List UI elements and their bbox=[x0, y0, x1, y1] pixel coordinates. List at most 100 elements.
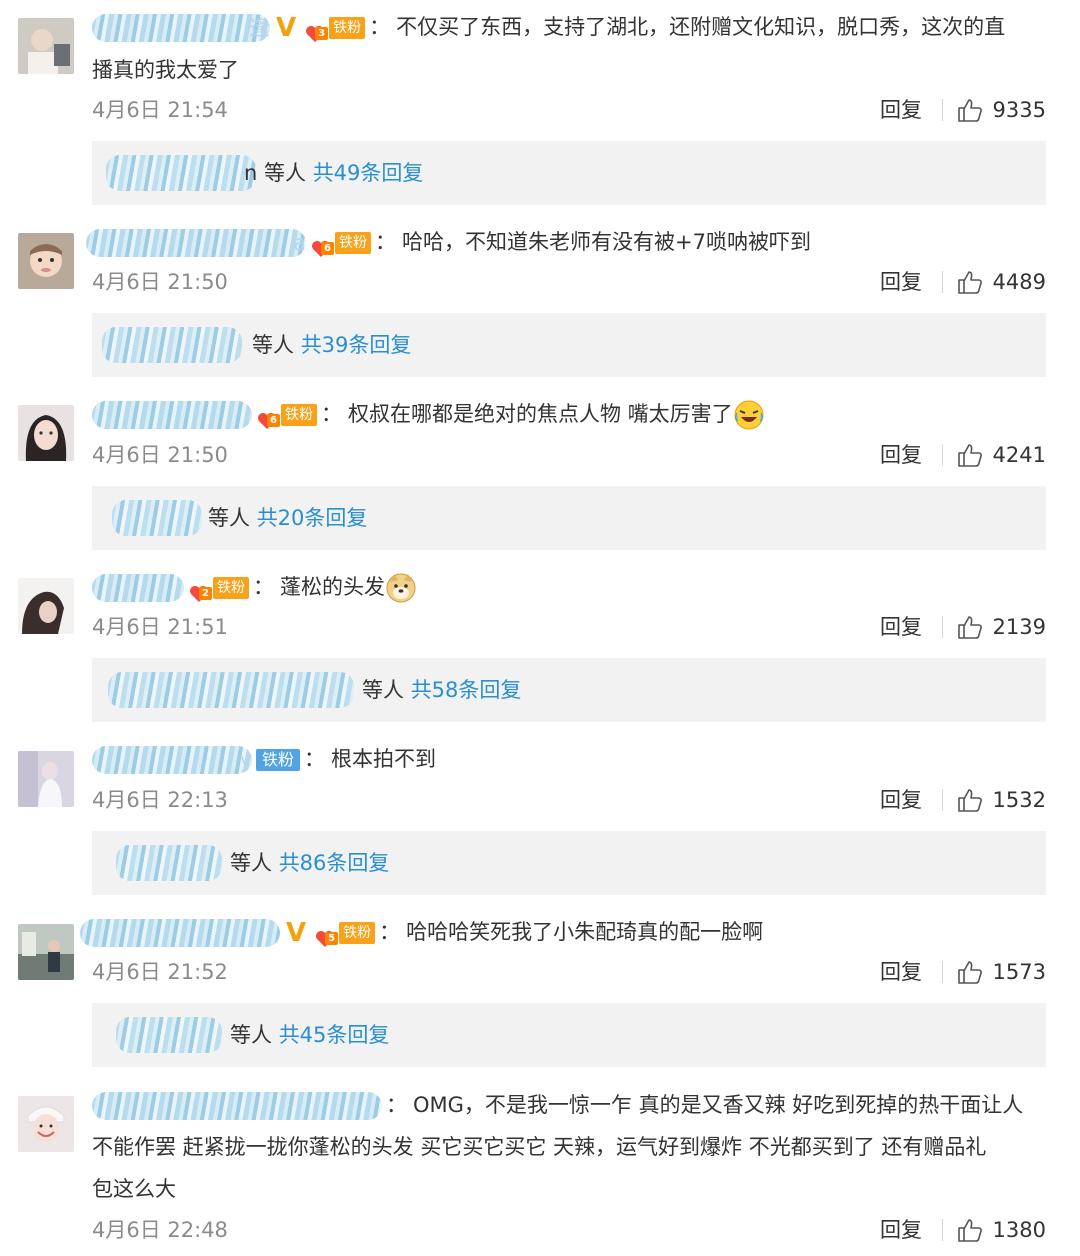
like-button[interactable]: 9335 bbox=[957, 90, 1046, 130]
like-count: 1380 bbox=[992, 1218, 1046, 1242]
replies-preview[interactable]: 等人 共45条回复 bbox=[92, 1003, 1046, 1067]
divider bbox=[942, 616, 943, 638]
username-suffix: y bbox=[239, 748, 252, 772]
comment-meta: 4月6日 21:51 回复 2139 bbox=[92, 607, 1046, 647]
like-count: 1573 bbox=[992, 960, 1046, 984]
replies-summary: 等人 共58条回复 bbox=[362, 658, 521, 722]
replies-total-link[interactable]: 共39条回复 bbox=[301, 333, 412, 357]
username-blurred[interactable] bbox=[92, 1089, 382, 1123]
doge-emoji bbox=[385, 572, 417, 604]
colon: ： bbox=[304, 747, 326, 771]
replies-total-link[interactable]: 共45条回复 bbox=[279, 1023, 390, 1047]
like-button[interactable]: 2139 bbox=[957, 607, 1046, 647]
divider bbox=[942, 789, 943, 811]
fan-badge-label: 铁粉 bbox=[281, 404, 317, 426]
thumbs-up-icon bbox=[957, 789, 982, 812]
like-count: 4489 bbox=[992, 270, 1046, 294]
replies-total-link[interactable]: 共20条回复 bbox=[257, 506, 368, 530]
heart-icon: 6 bbox=[310, 232, 334, 257]
username-suffix: a bbox=[293, 231, 306, 255]
avatar[interactable] bbox=[18, 233, 74, 289]
replies-prefix: 等人 bbox=[252, 333, 294, 357]
divider bbox=[942, 271, 943, 293]
thumbs-up-icon bbox=[957, 961, 982, 984]
comment-meta: 4月6日 22:13 回复 1532 bbox=[92, 780, 1046, 820]
reply-button[interactable]: 回复 bbox=[880, 607, 922, 647]
replies-preview[interactable]: n 等人 共49条回复 bbox=[92, 141, 1046, 205]
replies-preview[interactable]: 等人 共39条回复 bbox=[92, 313, 1046, 377]
like-count: 1532 bbox=[992, 788, 1046, 812]
username-blurred[interactable] bbox=[80, 916, 280, 950]
thumbs-up-icon bbox=[957, 99, 982, 122]
replies-summary: 等人 共39条回复 bbox=[252, 313, 411, 377]
heart-icon: 6 bbox=[256, 404, 280, 429]
avatar[interactable] bbox=[18, 1096, 74, 1152]
replies-preview[interactable]: 等人 共58条回复 bbox=[92, 658, 1046, 722]
like-button[interactable]: 4489 bbox=[957, 262, 1046, 302]
heart-icon: 5 bbox=[314, 922, 339, 947]
reply-users-blurred bbox=[102, 327, 242, 363]
colon: ： bbox=[375, 230, 396, 254]
comment-text: 根本拍不到 bbox=[331, 747, 437, 771]
verified-icon: V bbox=[286, 918, 307, 948]
comment-text: 包这么大 bbox=[92, 1177, 176, 1201]
reply-users-blurred bbox=[106, 155, 256, 191]
fan-medal: 2 铁粉 bbox=[188, 576, 249, 602]
fan-badge-label: 铁粉 bbox=[256, 749, 301, 771]
replies-total-link[interactable]: 共49条回复 bbox=[313, 161, 424, 185]
replies-total-link[interactable]: 共86条回复 bbox=[279, 851, 390, 875]
avatar[interactable] bbox=[18, 18, 74, 74]
username-blurred[interactable]: y bbox=[92, 743, 252, 777]
divider bbox=[942, 961, 943, 983]
fan-medal: 铁粉 bbox=[256, 748, 301, 772]
colon: ： bbox=[321, 402, 342, 426]
divider bbox=[942, 99, 943, 121]
reply-button[interactable]: 回复 bbox=[880, 435, 922, 475]
replies-summary: 等人 共86条回复 bbox=[230, 831, 389, 895]
thumbs-up-icon bbox=[957, 616, 982, 639]
reply-button[interactable]: 回复 bbox=[880, 1210, 922, 1250]
username-blurred[interactable]: a bbox=[86, 226, 306, 260]
username-blurred[interactable] bbox=[92, 571, 184, 605]
colon: ： bbox=[253, 575, 274, 599]
username-suffix: 逢 bbox=[249, 16, 270, 40]
thumbs-up-icon bbox=[957, 271, 982, 294]
timestamp: 4月6日 21:50 bbox=[92, 443, 228, 467]
reply-button[interactable]: 回复 bbox=[880, 952, 922, 992]
avatar[interactable] bbox=[18, 578, 74, 634]
avatar[interactable] bbox=[18, 751, 74, 807]
reply-button[interactable]: 回复 bbox=[880, 90, 922, 130]
comment-body: V 5 铁粉：哈哈哈笑死我了小朱配琦真的配一脸啊 bbox=[80, 911, 1046, 954]
like-count: 4241 bbox=[992, 443, 1046, 467]
username-blurred[interactable] bbox=[92, 398, 252, 432]
comment-text: 权叔在哪都是绝对的焦点人物 嘴太厉害了 bbox=[348, 402, 733, 426]
comment-meta: 4月6日 21:50 回复 4241 bbox=[92, 435, 1046, 475]
comment-meta: 4月6日 22:48 回复 1380 bbox=[92, 1210, 1046, 1250]
timestamp: 4月6日 21:54 bbox=[92, 98, 228, 122]
replies-preview[interactable]: 等人 共86条回复 bbox=[92, 831, 1046, 895]
heart-icon: 3 bbox=[304, 17, 329, 42]
username-blurred[interactable]: 逢 bbox=[92, 11, 270, 45]
avatar[interactable] bbox=[18, 924, 74, 980]
like-button[interactable]: 1380 bbox=[957, 1210, 1046, 1250]
like-button[interactable]: 1573 bbox=[957, 952, 1046, 992]
timestamp: 4月6日 21:51 bbox=[92, 615, 228, 639]
fan-badge-label: 铁粉 bbox=[329, 17, 366, 39]
reply-button[interactable]: 回复 bbox=[880, 780, 922, 820]
like-button[interactable]: 4241 bbox=[957, 435, 1046, 475]
replies-summary: n 等人 共49条回复 bbox=[244, 141, 423, 205]
colon: ： bbox=[379, 920, 401, 944]
reply-button[interactable]: 回复 bbox=[880, 262, 922, 302]
comment-meta: 4月6日 21:52 回复 1573 bbox=[92, 952, 1046, 992]
fan-badge-label: 铁粉 bbox=[339, 922, 376, 944]
like-count: 9335 bbox=[992, 98, 1046, 122]
like-button[interactable]: 1532 bbox=[957, 780, 1046, 820]
timestamp: 4月6日 21:50 bbox=[92, 270, 228, 294]
avatar[interactable] bbox=[18, 405, 74, 461]
comment-text: 不能作罢 赶紧拢一拢你蓬松的头发 买它买它买它 天辣，运气好到爆炸 不光都买到了… bbox=[92, 1135, 987, 1159]
comment-body: 6 铁粉：权叔在哪都是绝对的焦点人物 嘴太厉害了 bbox=[92, 393, 1046, 435]
replies-prefix: 等人 bbox=[230, 1023, 272, 1047]
replies-total-link[interactable]: 共58条回复 bbox=[411, 678, 522, 702]
replies-prefix: 等人 bbox=[362, 678, 404, 702]
replies-preview[interactable]: 等人 共20条回复 bbox=[92, 486, 1046, 550]
